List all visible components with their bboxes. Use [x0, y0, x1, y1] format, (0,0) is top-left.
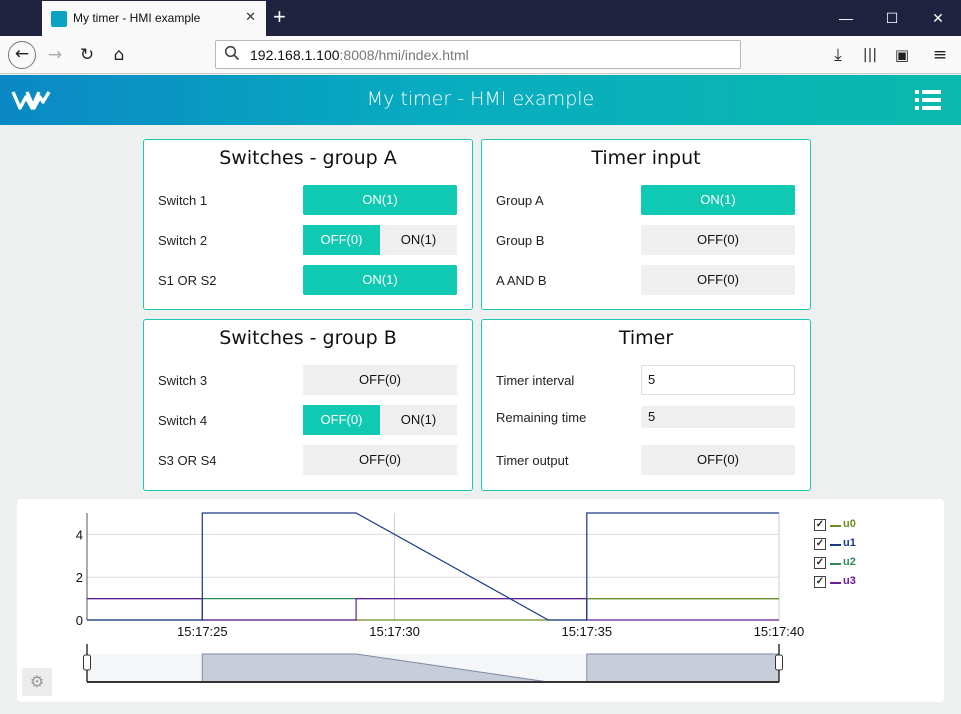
- switch3-button[interactable]: OFF(0): [303, 365, 457, 395]
- y-tick-label: 2: [76, 570, 83, 585]
- trend-chart: 0 2 4 15:17:25 15:17:30 15:17:35 15:17:40: [76, 512, 805, 683]
- legend-swatch-u0: [830, 525, 841, 527]
- browser-titlebar: My timer - HMI example ✕ + — ☐ ✕: [0, 0, 961, 36]
- x-tick-label: 15:17:40: [754, 624, 805, 639]
- url-bar[interactable]: 192.168.1.100:8008/hmi/index.html: [215, 40, 741, 69]
- group-a-indicator: ON(1): [641, 185, 795, 215]
- legend-label-u2: u2: [843, 556, 856, 568]
- maximize-icon[interactable]: ☐: [869, 0, 915, 36]
- switch2-on-button[interactable]: ON(1): [380, 225, 457, 255]
- group-b-label: Group B: [496, 233, 545, 248]
- switch1-button[interactable]: ON(1): [303, 185, 457, 215]
- home-icon[interactable]: ⌂: [106, 42, 132, 68]
- app-header: My timer - HMI example: [0, 75, 961, 125]
- legend-checkbox-u3[interactable]: ✓: [814, 576, 826, 588]
- download-icon[interactable]: ⤓: [825, 42, 851, 68]
- legend-swatch-u3: [830, 582, 841, 584]
- s1-or-s2-indicator: ON(1): [303, 265, 457, 295]
- group-b-indicator: OFF(0): [641, 225, 795, 255]
- panel-timer: Timer Timer interval 5 Remaining time 5 …: [481, 319, 811, 491]
- remaining-time-value: 5: [641, 406, 795, 428]
- timer-output-label: Timer output: [496, 453, 569, 468]
- sidebar-toggle-icon[interactable]: ▣: [889, 42, 915, 68]
- switch4-label: Switch 4: [158, 413, 208, 428]
- remaining-time-label: Remaining time: [496, 410, 587, 425]
- panel-title: Timer input: [591, 147, 701, 169]
- switch1-label: Switch 1: [158, 193, 208, 208]
- x-tick-label: 15:17:30: [369, 624, 420, 639]
- x-tick-label: 15:17:25: [177, 624, 228, 639]
- search-icon: [224, 45, 240, 61]
- timer-output-indicator: OFF(0): [641, 445, 795, 475]
- close-tab-icon[interactable]: ✕: [245, 9, 256, 25]
- s3-or-s4-indicator: OFF(0): [303, 445, 457, 475]
- hamburger-menu-icon[interactable]: ≡: [927, 42, 953, 68]
- window-close-icon[interactable]: ✕: [915, 0, 961, 36]
- y-tick-label: 4: [76, 527, 83, 542]
- minimize-icon[interactable]: —: [823, 0, 869, 36]
- legend-checkbox-u1[interactable]: ✓: [814, 538, 826, 550]
- y-tick-label: 0: [76, 613, 83, 628]
- trend-chart-card: 0 2 4 15:17:25 15:17:30 15:17:35 15:17:40 ✓ u0…: [17, 499, 944, 702]
- a-and-b-label: A AND B: [496, 273, 547, 288]
- legend-checkbox-u0[interactable]: ✓: [814, 519, 826, 531]
- browser-tab[interactable]: My timer - HMI example ✕: [42, 1, 266, 36]
- legend-swatch-u2: [830, 563, 841, 565]
- switch2-toggle: OFF(0) ON(1): [303, 225, 457, 255]
- new-tab-icon[interactable]: +: [273, 4, 286, 30]
- plot-area: [87, 513, 779, 620]
- switch3-label: Switch 3: [158, 373, 208, 388]
- panel-timer-input: Timer input Group A ON(1) Group B OFF(0)…: [481, 139, 811, 310]
- panel-title: Timer: [618, 327, 674, 349]
- timer-interval-input[interactable]: 5: [641, 365, 795, 395]
- forward-arrow-icon[interactable]: →: [42, 42, 68, 68]
- switch2-label: Switch 2: [158, 233, 208, 248]
- legend-label-u1: u1: [843, 537, 856, 549]
- panel-switches-group-b: Switches - group B Switch 3 OFF(0) Switc…: [143, 319, 473, 491]
- navigator-right-handle[interactable]: [775, 654, 783, 671]
- tab-title: My timer - HMI example: [73, 11, 201, 25]
- legend-label-u3: u3: [843, 575, 856, 587]
- s1-or-s2-label: S1 OR S2: [158, 273, 217, 288]
- back-arrow-icon[interactable]: ←: [8, 41, 36, 69]
- app-title: My timer - HMI example: [366, 88, 595, 110]
- a-and-b-indicator: OFF(0): [641, 265, 795, 295]
- chart-settings-gear-icon[interactable]: ⚙: [22, 668, 52, 696]
- switch2-off-button[interactable]: OFF(0): [303, 225, 380, 255]
- legend-label-u0: u0: [843, 518, 856, 530]
- app-menu-icon[interactable]: [915, 90, 941, 110]
- switch4-on-button[interactable]: ON(1): [380, 405, 457, 435]
- switch4-off-button[interactable]: OFF(0): [303, 405, 380, 435]
- url-text: 192.168.1.100:8008/hmi/index.html: [250, 47, 469, 63]
- library-icon[interactable]: |||: [857, 42, 883, 68]
- panel-title: Switches - group B: [219, 327, 397, 349]
- switch4-toggle: OFF(0) ON(1): [303, 405, 457, 435]
- x-tick-label: 15:17:35: [561, 624, 612, 639]
- panel-switches-group-a: Switches - group A Switch 1 ON(1) Switch…: [143, 139, 473, 310]
- timer-interval-label: Timer interval: [496, 373, 575, 388]
- s3-or-s4-label: S3 OR S4: [158, 453, 217, 468]
- site-favicon-icon: [51, 11, 67, 27]
- browser-navbar: ← → ↻ ⌂ 192.168.1.100:8008/hmi/index.htm…: [0, 36, 961, 74]
- reload-icon[interactable]: ↻: [74, 42, 100, 68]
- panel-title: Switches - group A: [219, 147, 397, 169]
- group-a-label: Group A: [496, 193, 544, 208]
- legend-checkbox-u2[interactable]: ✓: [814, 557, 826, 569]
- navigator-left-handle[interactable]: [83, 654, 91, 671]
- legend-swatch-u1: [830, 544, 841, 546]
